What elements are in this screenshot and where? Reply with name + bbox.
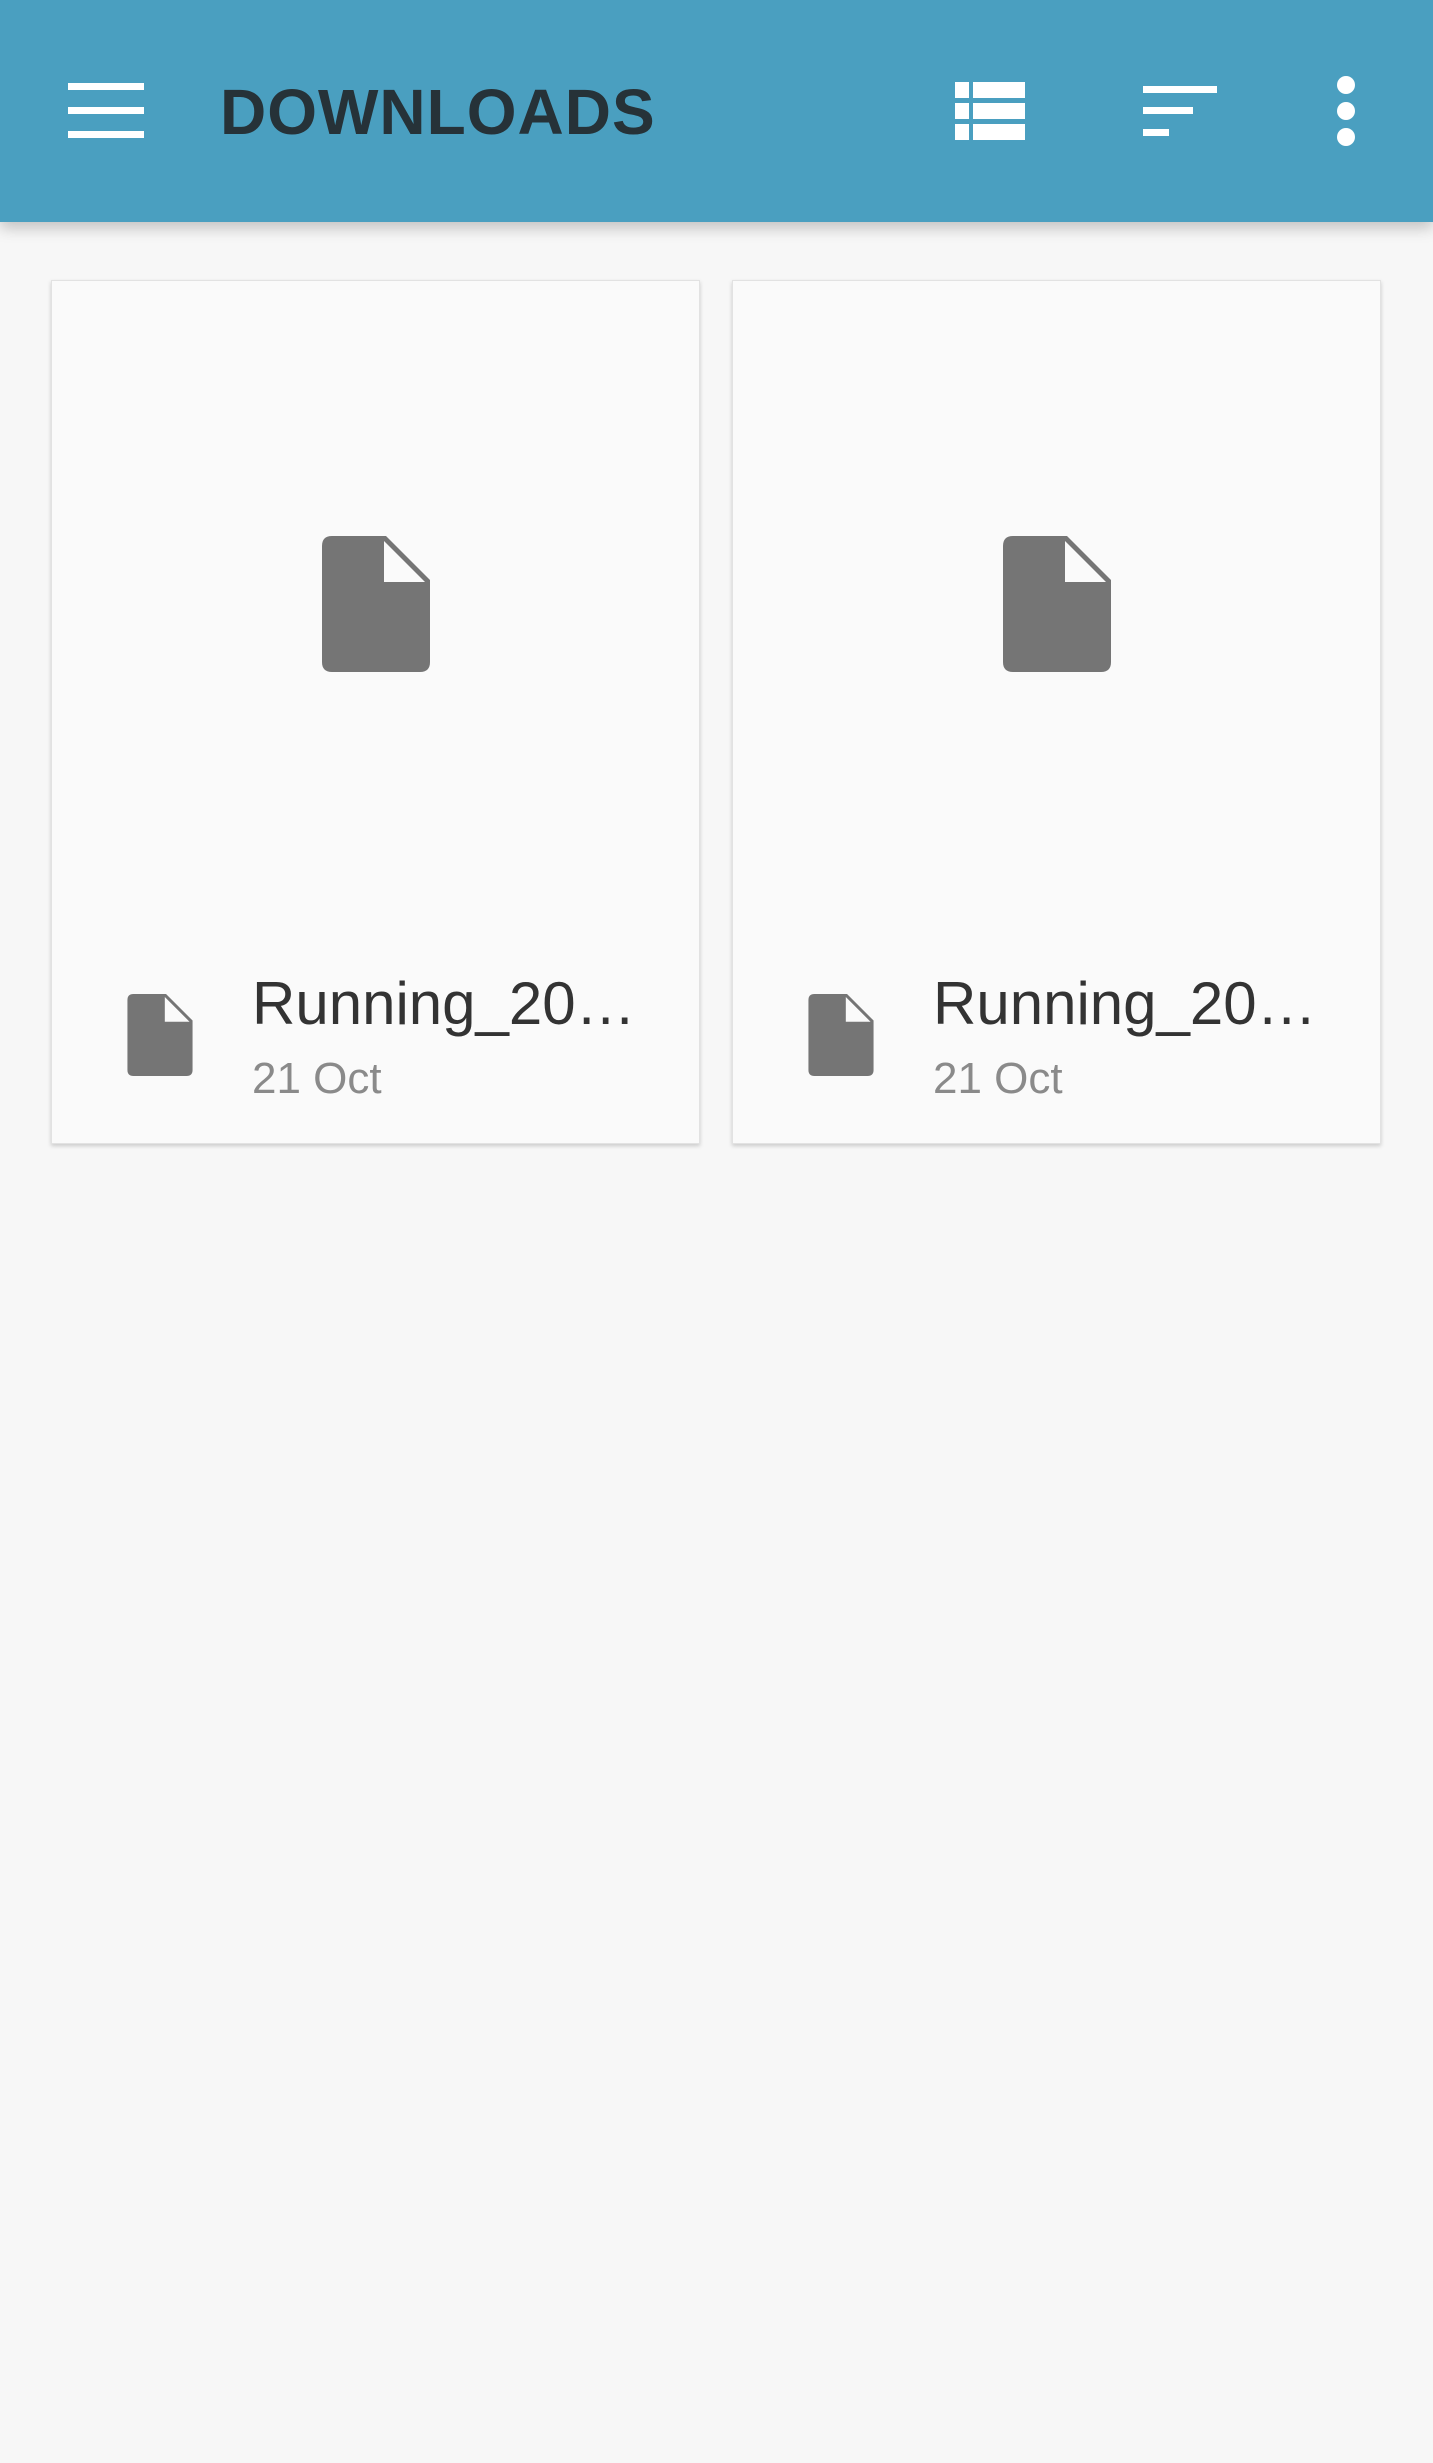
file-grid: Running_20… 21 Oct Running_20… 21 Oct [51,280,1381,1144]
list-view-button[interactable] [920,51,1060,171]
file-date: 21 Oct [933,1054,1063,1103]
list-view-icon [955,82,1025,140]
sort-icon [1143,86,1217,136]
file-type-icon [127,994,193,1076]
file-date: 21 Oct [252,1054,382,1103]
file-type-icon [808,994,874,1076]
menu-button[interactable] [40,51,172,171]
more-vert-icon [1337,76,1355,146]
sort-button[interactable] [1110,51,1250,171]
more-options-button[interactable] [1290,51,1402,171]
hamburger-menu-icon [68,83,144,138]
file-icon [322,536,430,672]
file-card[interactable]: Running_20… 21 Oct [732,280,1381,1144]
file-name: Running_20… [933,970,1317,1037]
file-icon [1003,536,1111,672]
file-name: Running_20… [252,970,636,1037]
app-bar: DOWNLOADS [0,0,1433,222]
file-card[interactable]: Running_20… 21 Oct [51,280,700,1144]
page-title: DOWNLOADS [220,76,656,148]
